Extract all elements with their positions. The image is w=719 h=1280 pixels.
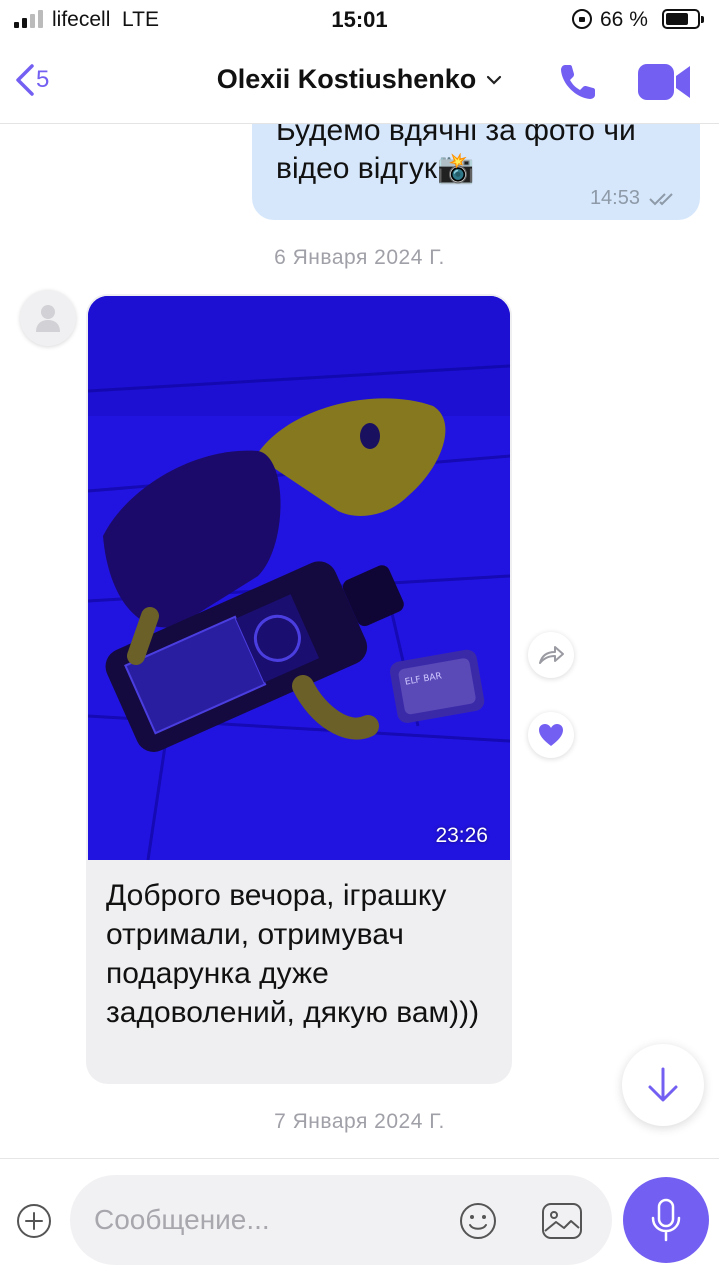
incoming-message-text: Доброго вечора, іграшку отримали, отриму…: [106, 879, 480, 1029]
photo-time: 23:26: [435, 824, 488, 847]
smiley-icon: [460, 1203, 496, 1239]
voice-message-button[interactable]: [623, 1177, 709, 1263]
forward-icon: [539, 646, 564, 664]
message-meta: 14:53: [590, 187, 680, 210]
microphone-icon: [651, 1198, 681, 1242]
message-photo[interactable]: ELF BAR 23:26: [88, 296, 510, 860]
chat-header: 5 Olexii Kostiushenko: [0, 40, 719, 124]
emoji-button[interactable]: [458, 1201, 498, 1241]
orientation-lock-icon: [572, 9, 592, 29]
heart-icon: [539, 724, 563, 746]
scroll-to-bottom-button[interactable]: [622, 1044, 704, 1126]
chevron-left-icon: [16, 64, 34, 96]
message-time: 14:53: [589, 187, 640, 209]
incoming-message[interactable]: ELF BAR 23:26 Доброго вечора, іграшку от…: [86, 294, 512, 1084]
message-input-container[interactable]: [70, 1175, 612, 1265]
photo-image: ELF BAR: [88, 296, 510, 860]
double-check-icon: [649, 192, 673, 205]
status-bar: lifecell LTE 15:01 66 %: [0, 0, 719, 40]
outgoing-message[interactable]: Будемо вдячні за фото чи відео відгук📸 1…: [252, 124, 700, 220]
date-separator: 7 Января 2024 Г.: [274, 1110, 445, 1133]
date-separator: 6 Января 2024 Г.: [274, 246, 445, 269]
like-button[interactable]: [528, 712, 574, 758]
user-placeholder-icon: [36, 305, 60, 332]
phone-icon: [561, 65, 595, 99]
message-composer: [0, 1158, 719, 1280]
contact-name-button[interactable]: Olexii Kostiushenko: [217, 64, 503, 95]
sticker-button[interactable]: [540, 1199, 584, 1243]
contact-name: Olexii Kostiushenko: [216, 64, 477, 94]
battery-icon: [662, 9, 704, 29]
call-button[interactable]: [556, 60, 600, 104]
attach-button[interactable]: [16, 1203, 52, 1239]
chevron-down-icon: [487, 75, 502, 85]
arrow-down-icon: [648, 1067, 678, 1102]
message-input[interactable]: [94, 1175, 434, 1265]
avatar[interactable]: [20, 290, 76, 346]
unread-count: 5: [36, 66, 50, 93]
chat-area[interactable]: Будемо вдячні за фото чи відео відгук📸 1…: [0, 124, 719, 1158]
plus-circle-icon: [17, 1204, 51, 1238]
back-button[interactable]: 5: [12, 62, 49, 98]
sticker-icon: [542, 1203, 582, 1239]
video-camera-icon: [638, 64, 690, 100]
battery-percent: 66 %: [600, 8, 648, 31]
video-call-button[interactable]: [636, 60, 692, 104]
outgoing-message-text: Будемо вдячні за фото чи відео відгук📸: [276, 124, 636, 185]
forward-button[interactable]: [528, 632, 574, 678]
